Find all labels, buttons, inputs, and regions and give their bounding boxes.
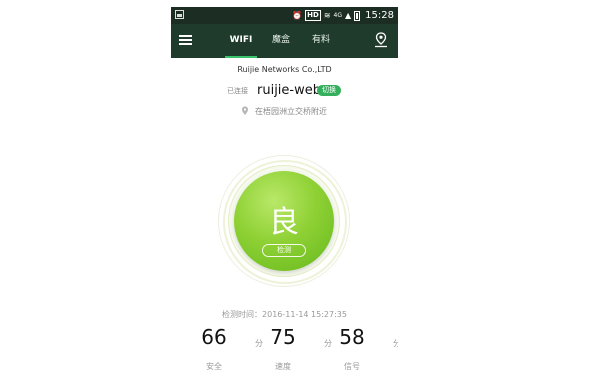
company-name: Ruijie Networks Co.,LTD: [237, 65, 332, 74]
nav-tabs: WIFI 魔盒 有料: [221, 24, 341, 58]
quality-grade: 良: [269, 205, 299, 240]
signal-icon: ▲: [345, 10, 352, 20]
phone-screen: ⏰ HD ≋ 4G ▲ 15:28 WIFI 魔盒 有料 Ruijie Netw…: [171, 7, 398, 382]
status-time: 15:28: [365, 9, 394, 21]
wifi-ssid: ruijie-web: [257, 83, 321, 98]
score-name: 安全: [206, 362, 222, 371]
score-panel: 66 分 安全 75 分 速度 58 分 信号: [171, 325, 398, 375]
hd-badge: HD: [305, 10, 321, 21]
tab-mohe[interactable]: 魔盒: [261, 24, 301, 58]
score-speed: 75 分 速度: [257, 325, 332, 375]
network-type: 4G: [333, 11, 343, 19]
location-row: 在梧园洲立交桥附近: [171, 106, 398, 118]
connected-label: 已连接: [227, 87, 248, 95]
check-time: 检测时间：2016-11-14 15:27:35: [222, 310, 347, 319]
gallery-notification-icon: [175, 10, 184, 19]
connection-row: 已连接 ruijie-web 切换: [171, 83, 398, 99]
score-signal: 58 分 信号: [326, 325, 398, 375]
menu-icon[interactable]: [179, 35, 192, 46]
location-icon: [242, 106, 248, 115]
quality-ball[interactable]: 良 检测: [234, 171, 334, 271]
score-unit: 分: [393, 339, 398, 348]
status-bar: ⏰ HD ≋ 4G ▲ 15:28: [171, 7, 398, 24]
alarm-icon: ⏰: [292, 10, 303, 20]
quality-gauge: 良 检测: [204, 153, 364, 287]
check-button[interactable]: 检测: [262, 244, 306, 257]
battery-icon: [354, 10, 361, 21]
score-name: 速度: [275, 362, 291, 371]
tab-wifi[interactable]: WIFI: [221, 24, 261, 58]
score-value: 66: [201, 325, 227, 349]
wifi-icon: ≋: [323, 10, 331, 20]
top-navbar: WIFI 魔盒 有料: [171, 24, 398, 58]
location-text: 在梧园洲立交桥附近: [255, 107, 327, 116]
score-name: 信号: [344, 362, 360, 371]
status-icons: ⏰ HD ≋ 4G ▲ 15:28: [292, 9, 394, 22]
switch-network-button[interactable]: 切换: [317, 85, 341, 96]
map-pin-icon[interactable]: [374, 32, 388, 48]
score-security: 66 分 安全: [188, 325, 263, 375]
score-value: 75: [270, 325, 296, 349]
score-value: 58: [339, 325, 365, 349]
tab-youliao[interactable]: 有料: [301, 24, 341, 58]
